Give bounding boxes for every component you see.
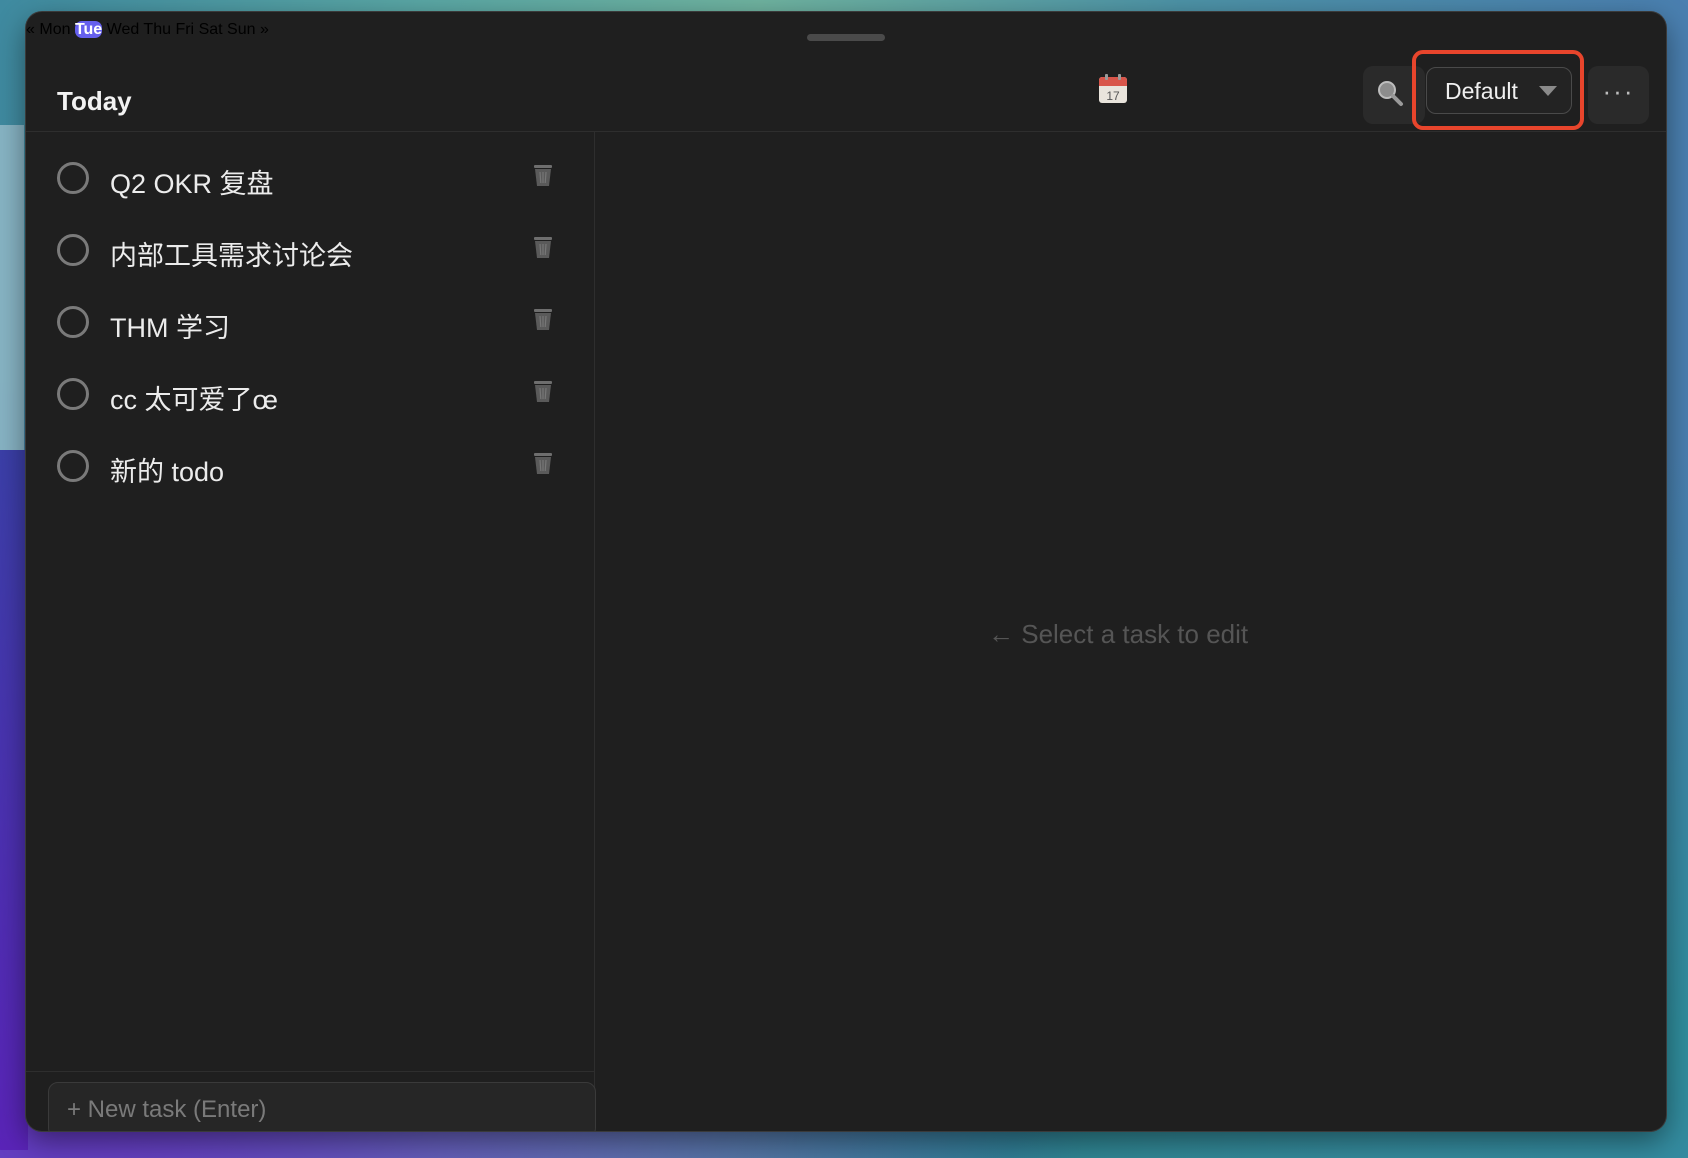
task-title[interactable]: Q2 OKR 复盘 — [110, 162, 274, 201]
day-tab-wed[interactable]: Wed — [107, 21, 140, 38]
prev-week-button[interactable]: « — [26, 21, 35, 38]
task-list-pane: Q2 OKR 复盘 内部工具需求讨论会 THM 学习 cc 太可爱了œ 新的 t… — [26, 132, 596, 1131]
task-title[interactable]: cc 太可爱了œ — [110, 378, 278, 417]
editor-empty-hint: ← Select a task to edit — [988, 619, 1249, 649]
task-item[interactable]: cc 太可爱了œ — [26, 366, 594, 426]
task-item[interactable]: 新的 todo — [26, 438, 594, 498]
day-tab-sun[interactable]: Sun — [227, 21, 255, 38]
calendar-date: 17 — [1106, 89, 1120, 103]
week-navigation: « Mon Tue Wed Thu Fri Sat Sun » — [26, 12, 1666, 47]
header-bar: Today « Mon Tue Wed Thu Fri Sat Sun » 17 — [26, 12, 1666, 132]
day-tab-thu[interactable]: Thu — [143, 21, 171, 38]
search-icon — [1378, 81, 1403, 106]
day-tab-sat[interactable]: Sat — [199, 21, 223, 38]
task-item[interactable]: Q2 OKR 复盘 — [26, 150, 594, 210]
task-title[interactable]: 新的 todo — [110, 450, 224, 489]
trash-icon[interactable] — [532, 162, 554, 188]
trash-icon[interactable] — [532, 378, 554, 404]
new-task-input[interactable] — [48, 1082, 596, 1131]
new-task-bar — [26, 1071, 596, 1131]
next-week-button[interactable]: » — [260, 21, 269, 38]
desktop-background — [0, 450, 28, 1150]
task-checkbox[interactable] — [57, 450, 89, 482]
task-item[interactable]: 内部工具需求讨论会 — [26, 222, 594, 282]
day-tab-mon[interactable]: Mon — [39, 21, 70, 38]
day-tab-fri[interactable]: Fri — [175, 21, 194, 38]
calendar-icon[interactable]: 17 — [1098, 74, 1128, 104]
task-item[interactable]: THM 学习 — [26, 294, 594, 354]
app-window: Today « Mon Tue Wed Thu Fri Sat Sun » 17 — [26, 12, 1666, 1131]
trash-icon[interactable] — [532, 306, 554, 332]
task-checkbox[interactable] — [57, 234, 89, 266]
task-title[interactable]: 内部工具需求讨论会 — [110, 234, 353, 273]
task-title[interactable]: THM 学习 — [110, 306, 230, 345]
task-editor-pane: ← Select a task to edit — [595, 132, 1666, 1131]
task-checkbox[interactable] — [57, 162, 89, 194]
page-title: Today — [57, 86, 132, 116]
day-tab-tue[interactable]: Tue — [74, 21, 103, 38]
trash-icon[interactable] — [532, 234, 554, 260]
task-checkbox[interactable] — [57, 306, 89, 338]
task-checkbox[interactable] — [57, 378, 89, 410]
desktop-background — [0, 125, 24, 450]
highlight-annotation-box — [1412, 50, 1584, 130]
trash-icon[interactable] — [532, 450, 554, 476]
more-options-button[interactable]: ··· — [1588, 66, 1649, 124]
